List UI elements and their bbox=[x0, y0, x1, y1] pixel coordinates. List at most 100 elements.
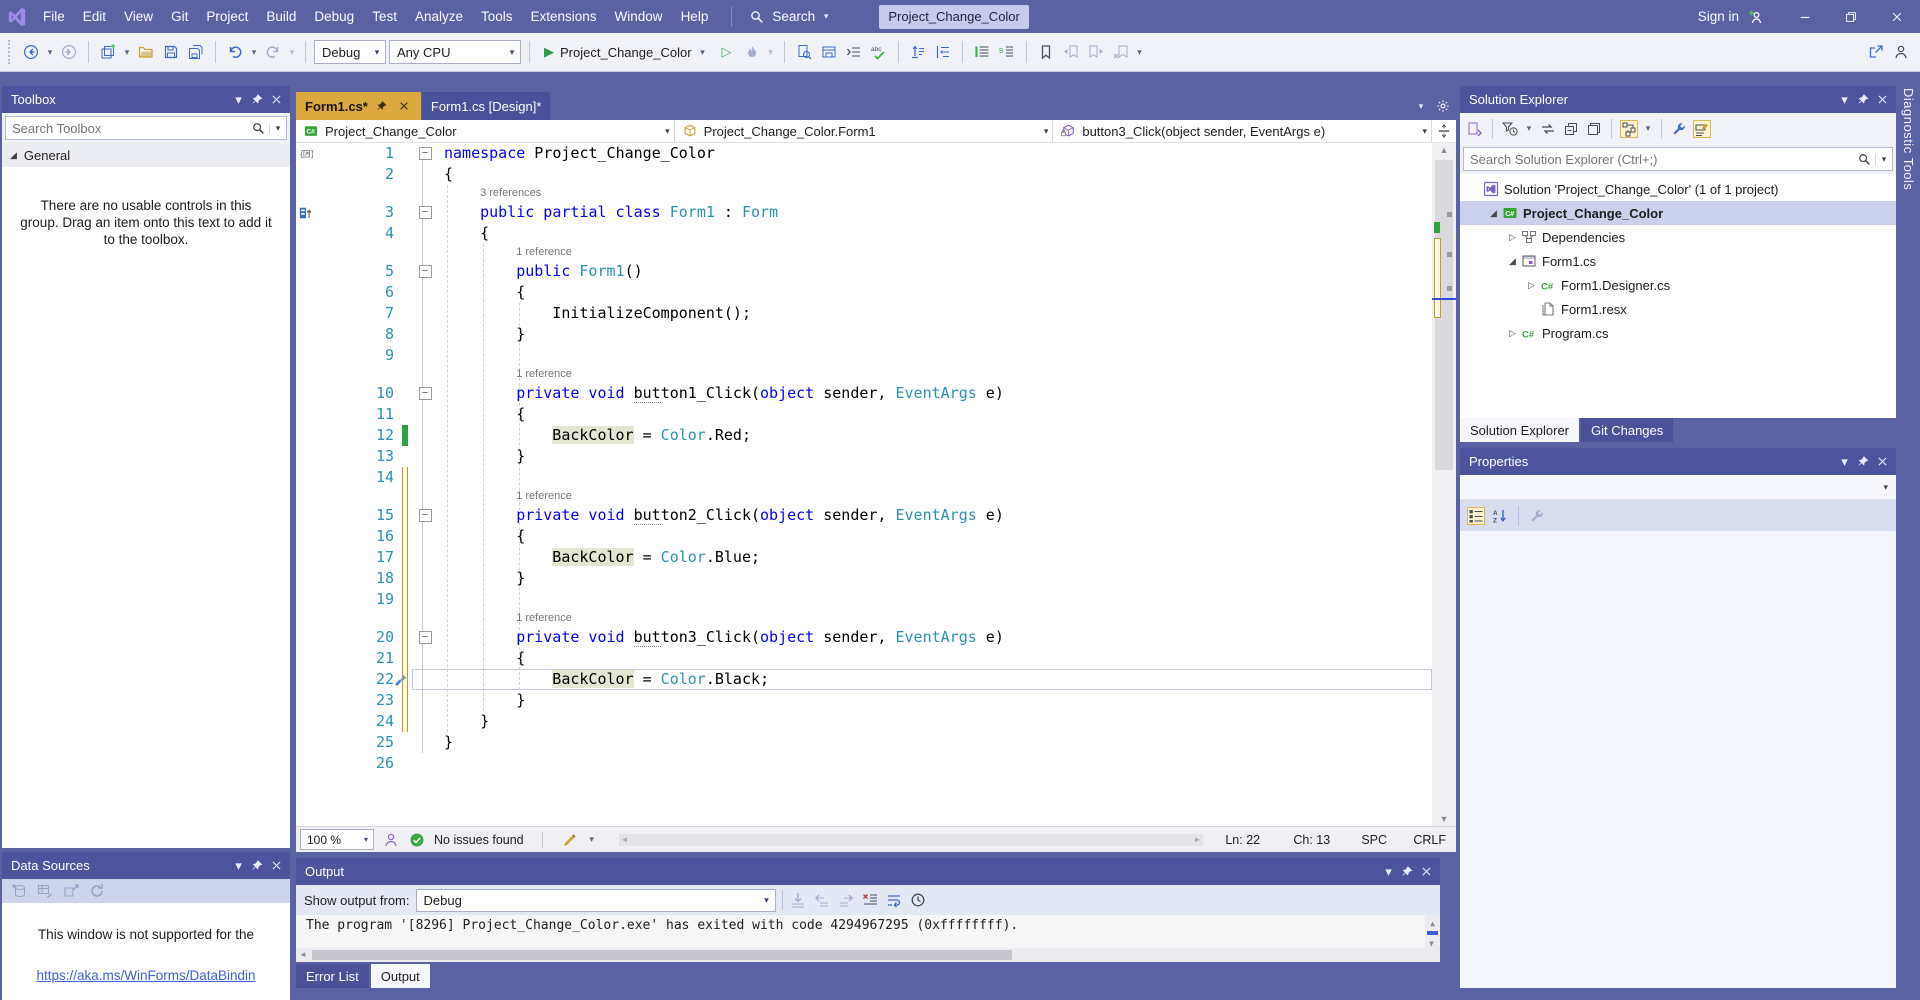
navigate-forward-icon[interactable] bbox=[58, 41, 80, 63]
hot-reload-icon[interactable] bbox=[741, 41, 763, 63]
split-editor-icon[interactable] bbox=[1432, 120, 1456, 142]
solution-explorer-header[interactable]: Solution Explorer ▾ bbox=[1460, 86, 1896, 113]
pending-changes-filter-icon[interactable] bbox=[1501, 120, 1519, 138]
feedback-icon[interactable] bbox=[1890, 41, 1912, 63]
window-position-chevron-icon[interactable]: ▾ bbox=[1835, 90, 1854, 109]
issues-status[interactable]: No issues found bbox=[434, 833, 524, 847]
edit-data-source-icon[interactable] bbox=[36, 882, 54, 900]
code-text[interactable]: public Form1() bbox=[438, 261, 643, 282]
scrollbar-thumb[interactable] bbox=[312, 950, 1012, 960]
timestamp-clock-icon[interactable] bbox=[909, 891, 927, 909]
close-icon[interactable] bbox=[1873, 90, 1892, 109]
window-layout-icon[interactable] bbox=[818, 41, 840, 63]
breadcrumb-button3-click-object-sender-eventargs-e[interactable]: button3_Click(object sender, EventArgs e… bbox=[1053, 120, 1432, 142]
scrollbar-thumb[interactable] bbox=[1427, 931, 1438, 935]
alphabetical-sort-icon[interactable]: AZ bbox=[1491, 507, 1509, 525]
code-editor[interactable]: {}1−namespace Project_Change_Color2{3 re… bbox=[296, 143, 1432, 826]
expand-arrow-icon[interactable]: ▷ bbox=[1504, 232, 1521, 243]
column-status[interactable]: Ch: 13 bbox=[1293, 833, 1353, 847]
document-list-chevron-icon[interactable]: ▾ bbox=[1416, 101, 1426, 112]
expand-arrow-icon[interactable]: ▷ bbox=[1523, 280, 1540, 291]
toggle-bookmark-icon[interactable] bbox=[1035, 41, 1057, 63]
menu-analyze[interactable]: Analyze bbox=[406, 0, 472, 33]
pin-icon[interactable] bbox=[1854, 90, 1873, 109]
close-icon[interactable] bbox=[1873, 452, 1892, 471]
code-text[interactable]: public partial class Form1 : Form bbox=[438, 202, 778, 223]
toolbox-search-input[interactable] bbox=[6, 121, 247, 136]
chevron-down-icon[interactable]: ▾ bbox=[269, 123, 286, 134]
chevron-down-icon[interactable]: ▾ bbox=[287, 47, 297, 58]
fold-collapse-marker[interactable]: − bbox=[412, 261, 438, 282]
codelens-references-link[interactable]: 1 reference bbox=[438, 610, 572, 627]
navigate-back-icon[interactable] bbox=[20, 41, 42, 63]
code-text[interactable]: BackColor = Color.Black; bbox=[438, 669, 769, 690]
window-position-chevron-icon[interactable]: ▾ bbox=[229, 90, 248, 109]
output-source-combo[interactable]: Debug▾ bbox=[416, 889, 776, 912]
code-text[interactable] bbox=[438, 589, 444, 610]
code-text[interactable]: { bbox=[438, 223, 489, 244]
line-ending-status[interactable]: CRLF bbox=[1413, 833, 1446, 847]
live-share-icon[interactable] bbox=[382, 831, 400, 849]
pin-icon[interactable] bbox=[374, 98, 390, 114]
add-data-source-icon[interactable] bbox=[10, 882, 28, 900]
editor-vertical-scrollbar[interactable]: ▲ ▼ bbox=[1432, 143, 1456, 826]
code-text[interactable]: private void button3_Click(object sender… bbox=[438, 627, 1004, 648]
diagnostic-tools-tab[interactable]: Diagnostic Tools bbox=[1901, 88, 1916, 190]
menu-tools[interactable]: Tools bbox=[472, 0, 522, 33]
minimize-button[interactable] bbox=[1782, 0, 1828, 33]
chevron-down-icon[interactable]: ▾ bbox=[45, 47, 55, 58]
output-vertical-scrollbar[interactable]: ▲ ▼ bbox=[1425, 915, 1440, 948]
no-issues-check-icon[interactable] bbox=[408, 831, 426, 849]
toolbox-group-general[interactable]: ◢ General bbox=[2, 143, 290, 167]
scroll-down-arrow-icon[interactable]: ▼ bbox=[1429, 939, 1434, 948]
start-without-debugging-icon[interactable]: ▷ bbox=[722, 44, 732, 60]
bottom-tab-output[interactable]: Output bbox=[371, 964, 430, 988]
menu-window[interactable]: Window bbox=[606, 0, 672, 33]
sync-with-active-document-icon[interactable] bbox=[1539, 120, 1557, 138]
code-text[interactable]: } bbox=[438, 446, 525, 467]
codelens-references-link[interactable]: 1 reference bbox=[438, 244, 572, 261]
code-text[interactable]: private void button2_Click(object sender… bbox=[438, 505, 1004, 526]
code-text[interactable]: } bbox=[438, 732, 453, 753]
scroll-left-arrow-icon[interactable]: ◄ bbox=[299, 948, 307, 962]
toolbar-grip[interactable] bbox=[8, 40, 10, 64]
gear-icon[interactable] bbox=[1434, 97, 1452, 115]
output-log[interactable]: The program '[8296] Project_Change_Color… bbox=[296, 915, 1440, 948]
spaces-status[interactable]: SPC bbox=[1361, 833, 1405, 847]
toolbox-header[interactable]: Toolbox ▾ bbox=[2, 86, 290, 113]
menu-debug[interactable]: Debug bbox=[305, 0, 363, 33]
start-debugging-button[interactable]: ▶Project_Change_Color▾▷ bbox=[538, 39, 738, 65]
code-text[interactable]: } bbox=[438, 690, 525, 711]
previous-bookmark-icon[interactable] bbox=[1060, 41, 1082, 63]
chevron-down-icon[interactable]: ▾ bbox=[1875, 154, 1892, 165]
code-health-icon[interactable] bbox=[561, 831, 579, 849]
code-text[interactable]: } bbox=[438, 324, 525, 345]
close-icon[interactable] bbox=[267, 856, 286, 875]
tab-form1-cs-design[interactable]: Form1.cs [Design]* bbox=[422, 92, 551, 120]
view-designer-icon[interactable] bbox=[1693, 120, 1711, 138]
next-bookmark-icon[interactable] bbox=[1085, 41, 1107, 63]
spell-check-icon[interactable]: abc bbox=[868, 41, 890, 63]
tree-item-project-change-color[interactable]: ◢C#Project_Change_Color bbox=[1460, 201, 1896, 225]
chevron-down-icon[interactable]: ▾ bbox=[1643, 123, 1653, 134]
categorized-view-icon[interactable] bbox=[1467, 507, 1485, 525]
word-wrap-icon[interactable] bbox=[885, 891, 903, 909]
code-text[interactable] bbox=[438, 345, 444, 366]
navigate-list-icon[interactable] bbox=[843, 41, 865, 63]
code-text[interactable]: { bbox=[438, 404, 525, 425]
code-text[interactable]: } bbox=[438, 568, 525, 589]
open-file-icon[interactable] bbox=[135, 41, 157, 63]
menu-project[interactable]: Project bbox=[197, 0, 257, 33]
tree-item-program-cs[interactable]: ▷C#Program.cs bbox=[1460, 321, 1896, 345]
fold-collapse-marker[interactable]: − bbox=[412, 505, 438, 526]
pin-icon[interactable] bbox=[248, 90, 267, 109]
zoom-combo[interactable]: 100 %▾ bbox=[300, 829, 374, 850]
sign-in-button[interactable]: Sign in bbox=[1698, 8, 1764, 26]
refresh-icon[interactable] bbox=[88, 882, 106, 900]
panel-tab-git-changes[interactable]: Git Changes bbox=[1581, 418, 1673, 442]
tab-form1-cs[interactable]: Form1.cs* bbox=[296, 92, 421, 120]
tree-item-form1-cs[interactable]: ◢Form1.cs bbox=[1460, 249, 1896, 273]
code-text[interactable]: InitializeComponent(); bbox=[438, 303, 751, 324]
collapse-arrow-icon[interactable]: ◢ bbox=[1485, 208, 1502, 219]
scroll-down-arrow-icon[interactable]: ▼ bbox=[1432, 812, 1456, 826]
